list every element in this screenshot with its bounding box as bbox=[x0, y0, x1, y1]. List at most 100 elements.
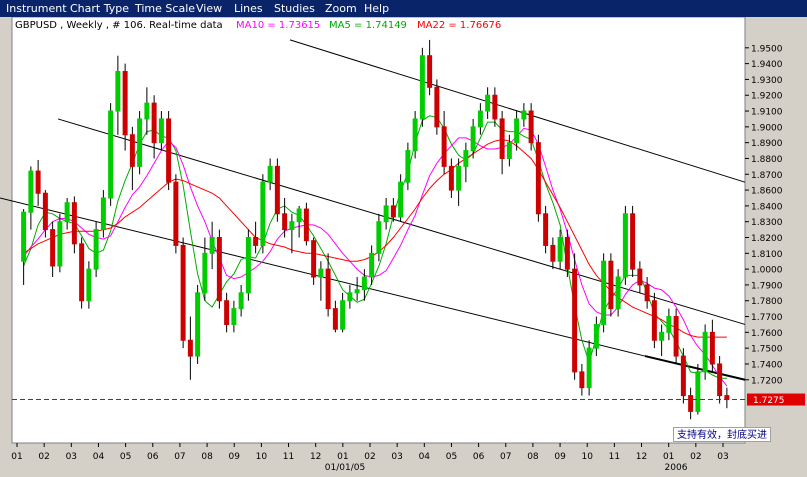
candle-body bbox=[173, 181, 179, 246]
y-tick-label: 1.7400 bbox=[751, 360, 783, 370]
candle-body bbox=[332, 308, 338, 330]
candle-body bbox=[303, 208, 309, 242]
candle-body bbox=[224, 300, 230, 325]
candle-body bbox=[673, 316, 679, 357]
x-tick-label: 04 bbox=[93, 452, 105, 462]
candle-body bbox=[688, 395, 694, 412]
candle-body bbox=[398, 181, 404, 218]
candle-body bbox=[695, 371, 701, 412]
x-tick-label: 06 bbox=[147, 452, 159, 462]
candle-body bbox=[579, 371, 585, 389]
x-tick-label: 08 bbox=[527, 452, 539, 462]
y-tick-label: 1.9200 bbox=[751, 92, 783, 102]
candle-body bbox=[644, 284, 650, 302]
candle-body bbox=[79, 243, 85, 302]
candle-body bbox=[187, 339, 193, 357]
candle-body bbox=[231, 308, 237, 325]
candle-body bbox=[528, 110, 534, 144]
menu-time-scale[interactable]: Time Scale bbox=[135, 0, 195, 17]
menu-view[interactable]: View bbox=[196, 0, 222, 17]
candle-body bbox=[166, 118, 172, 183]
y-tick-label: 1.8400 bbox=[751, 202, 783, 212]
candle-body bbox=[71, 202, 77, 245]
candle-body bbox=[129, 134, 135, 167]
y-tick-label: 1.8600 bbox=[751, 187, 783, 197]
y-tick-label: 1.9400 bbox=[751, 60, 783, 70]
candle-body bbox=[470, 126, 476, 152]
y-tick-label: 1.9000 bbox=[751, 123, 783, 133]
x-tick-label: 12 bbox=[636, 452, 647, 462]
candle-body bbox=[659, 331, 665, 341]
menu-zoom[interactable]: Zoom bbox=[325, 0, 357, 17]
x-tick-label: 10 bbox=[256, 452, 268, 462]
candle-body bbox=[427, 55, 433, 88]
candle-body bbox=[485, 94, 491, 112]
x-tick-label: 11 bbox=[283, 452, 294, 462]
candle-body bbox=[100, 197, 106, 231]
x-tick-label: 07 bbox=[174, 452, 185, 462]
candle-body bbox=[35, 170, 41, 194]
candle-body bbox=[564, 237, 570, 270]
candle-body bbox=[340, 300, 346, 330]
candle-body bbox=[369, 252, 375, 278]
candle-body bbox=[238, 292, 244, 310]
candle-body bbox=[448, 165, 454, 191]
candle-body bbox=[50, 229, 56, 267]
x-tick-label: 02 bbox=[690, 452, 701, 462]
y-tick-label: 1.9500 bbox=[751, 44, 783, 54]
menu-instrument[interactable]: Instrument bbox=[6, 0, 67, 17]
x-tick-label: 05 bbox=[446, 452, 457, 462]
candle-body bbox=[361, 276, 367, 291]
candle-body bbox=[28, 170, 34, 213]
x-tick-label: 05 bbox=[120, 452, 131, 462]
candle-body bbox=[325, 268, 331, 310]
y-tick-label: 1.8300 bbox=[751, 218, 783, 228]
x-tick-label: 10 bbox=[581, 452, 593, 462]
candle-body bbox=[492, 94, 498, 120]
year-label: 2006 bbox=[665, 463, 688, 473]
menu-chart-type[interactable]: Chart Type bbox=[70, 0, 129, 17]
candle-body bbox=[296, 208, 302, 223]
candle-body bbox=[86, 268, 92, 302]
candle-body bbox=[42, 192, 48, 231]
candle-body bbox=[456, 165, 462, 191]
x-tick-label: 01 bbox=[663, 452, 674, 462]
candle-body bbox=[709, 331, 715, 365]
candle-body bbox=[702, 331, 708, 373]
candle-body bbox=[260, 181, 266, 246]
candle-body bbox=[499, 118, 505, 159]
current-price-label: 1.7275 bbox=[753, 396, 785, 406]
x-tick-label: 03 bbox=[717, 452, 728, 462]
y-tick-label: 1.0000 bbox=[751, 266, 783, 276]
price-chart[interactable]: GBPUSD , Weekly , # 106. Real-time data M… bbox=[0, 17, 807, 477]
candle-body bbox=[21, 211, 27, 262]
candle-body bbox=[514, 118, 520, 144]
x-tick-label: 03 bbox=[66, 452, 77, 462]
candle-body bbox=[180, 244, 186, 341]
menu-studies[interactable]: Studies bbox=[274, 0, 315, 17]
candle-body bbox=[122, 71, 128, 136]
indicator-label-ma5: MA5 = 1.74149 bbox=[329, 20, 407, 31]
y-tick-label: 1.7900 bbox=[751, 281, 783, 291]
candle-body bbox=[651, 300, 657, 341]
x-tick-label: 02 bbox=[38, 452, 49, 462]
x-tick-label: 11 bbox=[609, 452, 620, 462]
candle-body bbox=[202, 252, 208, 294]
x-tick-label: 08 bbox=[201, 452, 213, 462]
x-tick-label: 12 bbox=[310, 452, 321, 462]
candle-body bbox=[64, 202, 70, 223]
candle-body bbox=[506, 142, 512, 159]
x-tick-label: 01 bbox=[337, 452, 348, 462]
candle-body bbox=[354, 289, 360, 294]
candle-body bbox=[717, 363, 723, 397]
x-tick-label: 09 bbox=[229, 452, 241, 462]
y-tick-label: 1.7800 bbox=[751, 297, 783, 307]
menu-help[interactable]: Help bbox=[364, 0, 389, 17]
candle-body bbox=[57, 221, 63, 267]
candle-body bbox=[158, 118, 164, 144]
candle-body bbox=[195, 292, 201, 357]
candle-body bbox=[108, 110, 114, 199]
x-tick-label: 06 bbox=[473, 452, 485, 462]
menu-lines[interactable]: Lines bbox=[234, 0, 263, 17]
candle-body bbox=[593, 323, 599, 349]
